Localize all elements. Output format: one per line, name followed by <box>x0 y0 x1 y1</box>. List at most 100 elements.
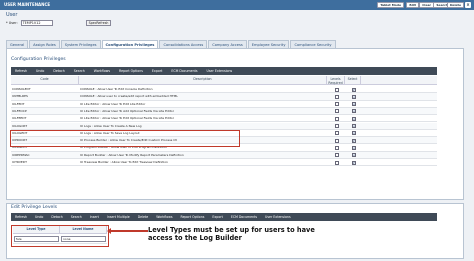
table-row[interactable]: CONSOLEDT CONSOLE : Allow User To Edit Co… <box>11 86 437 94</box>
delete-button[interactable]: Delete <box>446 2 464 8</box>
row-select[interactable] <box>345 137 361 143</box>
row-levels-required[interactable] <box>327 130 345 136</box>
levels-required-checkbox[interactable] <box>334 94 339 99</box>
select-checkbox[interactable] <box>351 102 356 107</box>
row-levels-required[interactable] <box>327 101 345 107</box>
tab-system-privileges[interactable]: System Privileges <box>60 40 101 48</box>
config-grid-header: Code Description Levels Required Select <box>11 76 437 85</box>
tab-employee-security[interactable]: Employee Security <box>247 40 290 48</box>
tablet-mode-button[interactable]: Tablet Mode <box>377 2 404 8</box>
row-levels-required[interactable] <box>327 123 345 129</box>
select-checkbox[interactable] <box>351 138 356 143</box>
report-options-button[interactable]: Report Options <box>181 215 205 219</box>
levels-required-checkbox[interactable] <box>334 138 339 143</box>
table-row[interactable]: UITRVEDT UI Treeview Builder : Allow User… <box>11 159 437 167</box>
col-level-type[interactable]: Level Type <box>13 226 60 233</box>
row-levels-required[interactable] <box>327 159 345 165</box>
levels-required-checkbox[interactable] <box>334 131 339 136</box>
row-code: UILOGCRT <box>12 123 28 128</box>
levels-required-checkbox[interactable] <box>334 160 339 165</box>
close-icon[interactable]: × <box>465 2 471 8</box>
table-row[interactable]: UILFEOCP UI Lite Editor : Allow User To A… <box>11 107 437 116</box>
level-name-input[interactable]: none <box>61 236 106 242</box>
tab-assign-roles[interactable]: Assign Roles <box>29 40 60 48</box>
select-checkbox[interactable] <box>351 145 356 150</box>
row-levels-required[interactable] <box>327 115 345 121</box>
select-checkbox[interactable] <box>351 124 356 128</box>
table-row[interactable]: UNTBLRES CONSOLE : Allow user to create/e… <box>11 93 437 101</box>
row-select[interactable] <box>345 130 361 136</box>
search-button[interactable]: Search <box>74 69 85 73</box>
col-select[interactable]: Select <box>345 76 361 84</box>
tab-consolidations-access[interactable]: Consolidations Access <box>159 40 208 48</box>
levels-required-checkbox[interactable] <box>334 124 339 128</box>
row-levels-required[interactable] <box>327 144 345 150</box>
levels-required-checkbox[interactable] <box>334 153 339 158</box>
table-row[interactable]: UILFEDT UI Lite Editor : Allow User To Ed… <box>11 100 437 108</box>
levels-row[interactable]: fale none <box>13 235 107 244</box>
level-type-input[interactable]: fale <box>14 236 59 242</box>
levels-required-checkbox[interactable] <box>334 102 339 107</box>
ecm-documents-button[interactable]: ECM Documents <box>231 215 257 219</box>
row-select[interactable] <box>345 86 361 92</box>
tab-general[interactable]: General <box>6 40 29 48</box>
export-button[interactable]: Export <box>152 69 162 73</box>
delete-button[interactable]: Delete <box>138 215 148 219</box>
row-levels-required[interactable] <box>327 93 345 99</box>
undo-button[interactable]: Undo <box>36 69 44 73</box>
workflows-button[interactable]: Workflows <box>156 215 172 219</box>
select-checkbox[interactable] <box>351 94 356 99</box>
levels-required-checkbox[interactable] <box>334 87 339 92</box>
row-select[interactable] <box>345 93 361 99</box>
select-checkbox[interactable] <box>351 160 356 165</box>
col-level-name[interactable]: Level Name <box>60 226 107 233</box>
user-input[interactable]: TEMP1V12 <box>20 20 53 26</box>
refresh-button[interactable]: Refresh <box>15 69 27 73</box>
row-select[interactable] <box>345 101 361 107</box>
table-row[interactable]: UILOGCRT UI Logs : Allow User To Create A… <box>11 122 437 130</box>
levels-required-checkbox[interactable] <box>334 116 339 121</box>
select-checkbox[interactable] <box>351 153 356 158</box>
row-levels-required[interactable] <box>327 152 345 158</box>
col-code[interactable]: Code <box>11 76 79 84</box>
row-levels-required[interactable] <box>327 137 345 143</box>
row-levels-required[interactable] <box>327 86 345 92</box>
levels-required-checkbox[interactable] <box>334 109 339 114</box>
detach-button[interactable]: Detach <box>51 215 62 219</box>
row-levels-required[interactable] <box>327 108 345 114</box>
row-select[interactable] <box>345 108 361 114</box>
export-button[interactable]: Export <box>212 215 222 219</box>
user-extensions-button[interactable]: User Extensions <box>265 215 291 219</box>
row-code: CONSOLEDT <box>12 87 31 91</box>
refresh-button[interactable]: Refresh <box>15 215 27 219</box>
tab-compliance-security[interactable]: Compliance Security <box>290 40 336 48</box>
select-checkbox[interactable] <box>351 116 356 121</box>
levels-required-checkbox[interactable] <box>334 145 339 150</box>
ecm-documents-button[interactable]: ECM Documents <box>171 69 197 73</box>
row-select[interactable] <box>345 159 361 165</box>
tab-company-access[interactable]: Company Access <box>208 40 247 48</box>
workflows-button[interactable]: Workflows <box>94 69 110 73</box>
row-select[interactable] <box>345 152 361 158</box>
report-options-button[interactable]: Report Options <box>119 69 143 73</box>
select-checkbox[interactable] <box>351 131 356 136</box>
select-checkbox[interactable] <box>351 109 356 114</box>
detach-button[interactable]: Detach <box>53 69 64 73</box>
user-extensions-button[interactable]: User Extensions <box>207 69 233 73</box>
col-description[interactable]: Description <box>79 76 327 84</box>
insert-multiple-button[interactable]: Insert Multiple <box>107 215 130 219</box>
row-select[interactable] <box>345 115 361 121</box>
col-levels-required[interactable]: Levels Required <box>327 76 345 85</box>
edit-button[interactable]: Edit <box>406 2 419 8</box>
select-checkbox[interactable] <box>351 87 356 92</box>
search-button[interactable]: Search <box>71 215 82 219</box>
spec-refresh-button[interactable]: SpecRefresh <box>85 20 112 26</box>
row-select[interactable] <box>345 123 361 129</box>
insert-button[interactable]: Insert <box>90 215 99 219</box>
table-row[interactable]: UILFEEDT UI Lite Editor : Allow User To E… <box>11 115 437 123</box>
undo-button[interactable]: Undo <box>35 215 43 219</box>
tab-configuration-privileges[interactable]: Configuration Privileges <box>101 40 159 48</box>
row-select[interactable] <box>345 144 361 150</box>
clear-button[interactable]: Clear <box>419 2 434 8</box>
table-row[interactable]: UIREPRMAC UI Report Builder : Allow User … <box>11 151 437 159</box>
